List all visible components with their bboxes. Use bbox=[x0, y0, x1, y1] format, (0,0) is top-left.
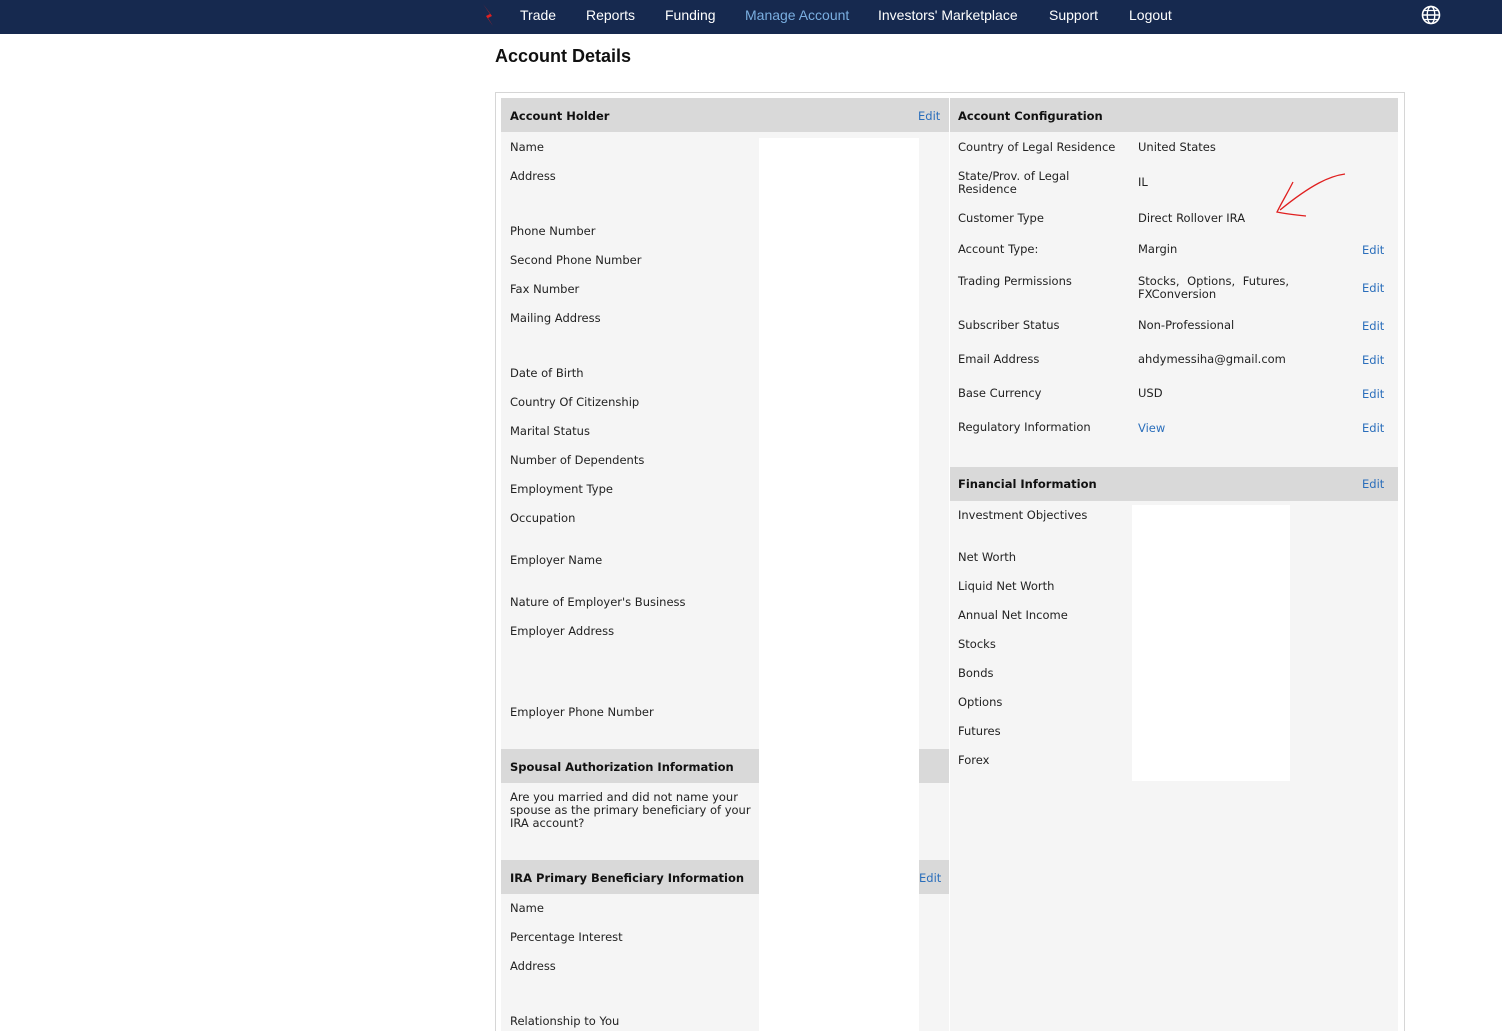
beneficiary-label-relationship: Relationship to You bbox=[510, 1014, 620, 1028]
config-label-email: Email Address bbox=[958, 352, 1040, 366]
config-value-country: United States bbox=[1138, 140, 1216, 154]
config-label-base-currency: Base Currency bbox=[958, 386, 1042, 400]
nav-funding[interactable]: Funding bbox=[665, 7, 716, 23]
label-name: Name bbox=[510, 140, 544, 154]
config-label-country: Country of Legal Residence bbox=[958, 140, 1116, 154]
label-address: Address bbox=[510, 169, 556, 183]
config-edit-subscriber-status[interactable]: Edit bbox=[1362, 319, 1384, 333]
label-country-of-citizenship: Country Of Citizenship bbox=[510, 395, 640, 409]
config-value-state: IL bbox=[1138, 175, 1148, 189]
label-employer-name: Employer Name bbox=[510, 553, 603, 567]
beneficiary-header-end: Edit bbox=[919, 860, 949, 894]
config-view-regulatory-link[interactable]: View bbox=[1138, 421, 1165, 435]
account-configuration-header: Account Configuration bbox=[950, 98, 1398, 132]
config-edit-account-type[interactable]: Edit bbox=[1362, 243, 1384, 257]
label-employment-type: Employment Type bbox=[510, 482, 613, 496]
config-edit-regulatory[interactable]: Edit bbox=[1362, 421, 1384, 435]
financial-label-options: Options bbox=[958, 695, 1003, 709]
financial-information-title: Financial Information bbox=[958, 477, 1097, 491]
account-holder-values-blank bbox=[759, 138, 919, 1031]
label-employer-address: Employer Address bbox=[510, 624, 615, 638]
config-label-customer-type: Customer Type bbox=[958, 211, 1044, 225]
label-phone-number: Phone Number bbox=[510, 224, 596, 238]
config-edit-base-currency[interactable]: Edit bbox=[1362, 387, 1384, 401]
config-value-subscriber-status: Non-Professional bbox=[1138, 318, 1235, 332]
beneficiary-header: IRA Primary Beneficiary Information bbox=[501, 860, 759, 894]
config-label-state: State/Prov. of Legal Residence bbox=[958, 169, 1070, 196]
label-date-of-birth: Date of Birth bbox=[510, 366, 584, 380]
spousal-title: Spousal Authorization Information bbox=[510, 760, 734, 774]
label-employer-phone-number: Employer Phone Number bbox=[510, 705, 654, 719]
label-fax-number: Fax Number bbox=[510, 282, 580, 296]
red-arrow-annotation-icon bbox=[1276, 173, 1346, 217]
spousal-header: Spousal Authorization Information bbox=[501, 749, 759, 783]
financial-label-liquid-net-worth: Liquid Net Worth bbox=[958, 579, 1055, 593]
brand-logo-icon[interactable] bbox=[480, 2, 496, 28]
nav-reports[interactable]: Reports bbox=[586, 7, 635, 23]
financial-label-investment-objectives: Investment Objectives bbox=[958, 508, 1088, 522]
nav-trade[interactable]: Trade bbox=[520, 7, 556, 23]
spousal-header-end bbox=[919, 749, 949, 783]
beneficiary-label-address: Address bbox=[510, 959, 556, 973]
label-second-phone-number: Second Phone Number bbox=[510, 253, 642, 267]
config-edit-email[interactable]: Edit bbox=[1362, 353, 1384, 367]
financial-information-edit-link[interactable]: Edit bbox=[1362, 477, 1384, 491]
financial-label-net-worth: Net Worth bbox=[958, 550, 1017, 564]
financial-label-bonds: Bonds bbox=[958, 666, 994, 680]
beneficiary-title: IRA Primary Beneficiary Information bbox=[510, 871, 745, 885]
label-marital-status: Marital Status bbox=[510, 424, 590, 438]
config-value-account-type: Margin bbox=[1138, 242, 1178, 256]
beneficiary-label-percentage: Percentage Interest bbox=[510, 930, 623, 944]
beneficiary-edit-link[interactable]: Edit bbox=[919, 871, 941, 885]
config-value-trading-permissions: Stocks, Options, Futures, FXConversion bbox=[1138, 274, 1290, 301]
financial-values-blank bbox=[1132, 505, 1290, 781]
account-configuration-title: Account Configuration bbox=[958, 109, 1103, 123]
config-edit-trading-permissions[interactable]: Edit bbox=[1362, 281, 1384, 295]
config-label-regulatory: Regulatory Information bbox=[958, 420, 1091, 434]
label-number-of-dependents: Number of Dependents bbox=[510, 453, 645, 467]
nav-logout[interactable]: Logout bbox=[1129, 7, 1172, 23]
label-occupation: Occupation bbox=[510, 511, 576, 525]
account-holder-edit-link[interactable]: Edit bbox=[918, 109, 940, 123]
config-label-subscriber-status: Subscriber Status bbox=[958, 318, 1060, 332]
beneficiary-label-name: Name bbox=[510, 901, 544, 915]
config-label-trading-permissions: Trading Permissions bbox=[958, 274, 1072, 288]
nav-manage-account[interactable]: Manage Account bbox=[745, 7, 849, 23]
account-holder-header: Account Holder Edit bbox=[501, 98, 949, 132]
page-title: Account Details bbox=[495, 46, 632, 66]
financial-label-annual-net-income: Annual Net Income bbox=[958, 608, 1068, 622]
globe-icon[interactable] bbox=[1421, 5, 1441, 25]
financial-label-futures: Futures bbox=[958, 724, 1001, 738]
financial-label-forex: Forex bbox=[958, 753, 990, 767]
config-label-account-type: Account Type: bbox=[958, 242, 1039, 256]
label-mailing-address: Mailing Address bbox=[510, 311, 601, 325]
config-value-email: ahdymessiha@gmail.com bbox=[1138, 352, 1286, 366]
label-nature-of-employer-business: Nature of Employer's Business bbox=[510, 595, 686, 609]
financial-information-header: Financial Information Edit bbox=[950, 467, 1398, 501]
nav-investors-marketplace[interactable]: Investors' Marketplace bbox=[878, 7, 1018, 23]
financial-label-stocks: Stocks bbox=[958, 637, 996, 651]
account-holder-title: Account Holder bbox=[510, 109, 610, 123]
config-value-customer-type: Direct Rollover IRA bbox=[1138, 211, 1246, 225]
config-value-base-currency: USD bbox=[1138, 386, 1163, 400]
top-nav-bar: Trade Reports Funding Manage Account Inv… bbox=[0, 0, 1502, 34]
spousal-question: Are you married and did not name your sp… bbox=[510, 790, 751, 830]
nav-support[interactable]: Support bbox=[1049, 7, 1098, 23]
